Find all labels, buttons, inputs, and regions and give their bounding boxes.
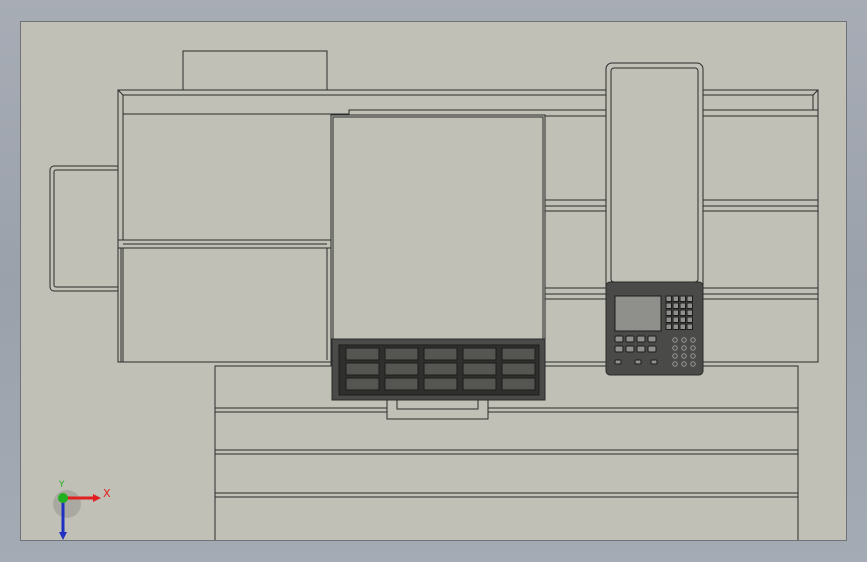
lid-key[interactable] [384, 377, 419, 391]
lid-key[interactable] [462, 347, 497, 361]
keypad-key[interactable] [679, 309, 686, 316]
keypad-key[interactable] [665, 316, 672, 323]
lid-key[interactable] [345, 377, 380, 391]
function-key[interactable] [647, 335, 657, 343]
left-side-door [49, 165, 121, 292]
function-key[interactable] [636, 335, 646, 343]
control-screen [614, 295, 662, 332]
keypad-key[interactable] [679, 302, 686, 309]
y-axis-label: Y [59, 480, 65, 490]
lid-key[interactable] [384, 362, 419, 376]
function-key[interactable] [636, 345, 646, 353]
lid-key[interactable] [501, 347, 536, 361]
keypad-key[interactable] [665, 302, 672, 309]
function-key[interactable] [614, 335, 624, 343]
function-key[interactable] [650, 359, 658, 365]
graphics-viewport[interactable]: X Y [20, 21, 847, 541]
lid-key-panel [331, 338, 546, 401]
lid-key[interactable] [462, 362, 497, 376]
function-key[interactable] [647, 345, 657, 353]
lid-key[interactable] [462, 377, 497, 391]
keypad-key[interactable] [672, 302, 679, 309]
lid-key[interactable] [423, 347, 458, 361]
control-panel [605, 281, 704, 376]
lid-key[interactable] [501, 377, 536, 391]
keypad-key[interactable] [665, 323, 672, 330]
function-key[interactable] [614, 345, 624, 353]
keypad-key[interactable] [672, 295, 679, 302]
keypad-key[interactable] [686, 316, 693, 323]
lid-key[interactable] [423, 362, 458, 376]
x-axis-label: X [103, 487, 111, 500]
lid-handle [386, 399, 489, 420]
keypad-key[interactable] [679, 316, 686, 323]
keypad-key[interactable] [679, 323, 686, 330]
keypad-key[interactable] [672, 309, 679, 316]
keypad-key[interactable] [679, 295, 686, 302]
keypad-key[interactable] [686, 323, 693, 330]
keypad-key[interactable] [665, 295, 672, 302]
function-key[interactable] [625, 335, 635, 343]
keypad-key[interactable] [686, 309, 693, 316]
function-key[interactable] [625, 345, 635, 353]
function-key[interactable] [634, 359, 642, 365]
lid-key[interactable] [501, 362, 536, 376]
top-tab [182, 50, 328, 92]
lid-key[interactable] [345, 347, 380, 361]
keypad-key[interactable] [665, 309, 672, 316]
y-axis-dot [58, 493, 68, 503]
printer-model-top-view [49, 50, 819, 540]
lid-key[interactable] [384, 347, 419, 361]
keypad-key[interactable] [672, 316, 679, 323]
coordinate-triad: X Y [49, 480, 139, 540]
keypad-key[interactable] [686, 302, 693, 309]
function-key[interactable] [614, 359, 622, 365]
keypad-key[interactable] [672, 323, 679, 330]
lid-key[interactable] [423, 377, 458, 391]
lid-key[interactable] [345, 362, 380, 376]
keypad-key[interactable] [686, 295, 693, 302]
